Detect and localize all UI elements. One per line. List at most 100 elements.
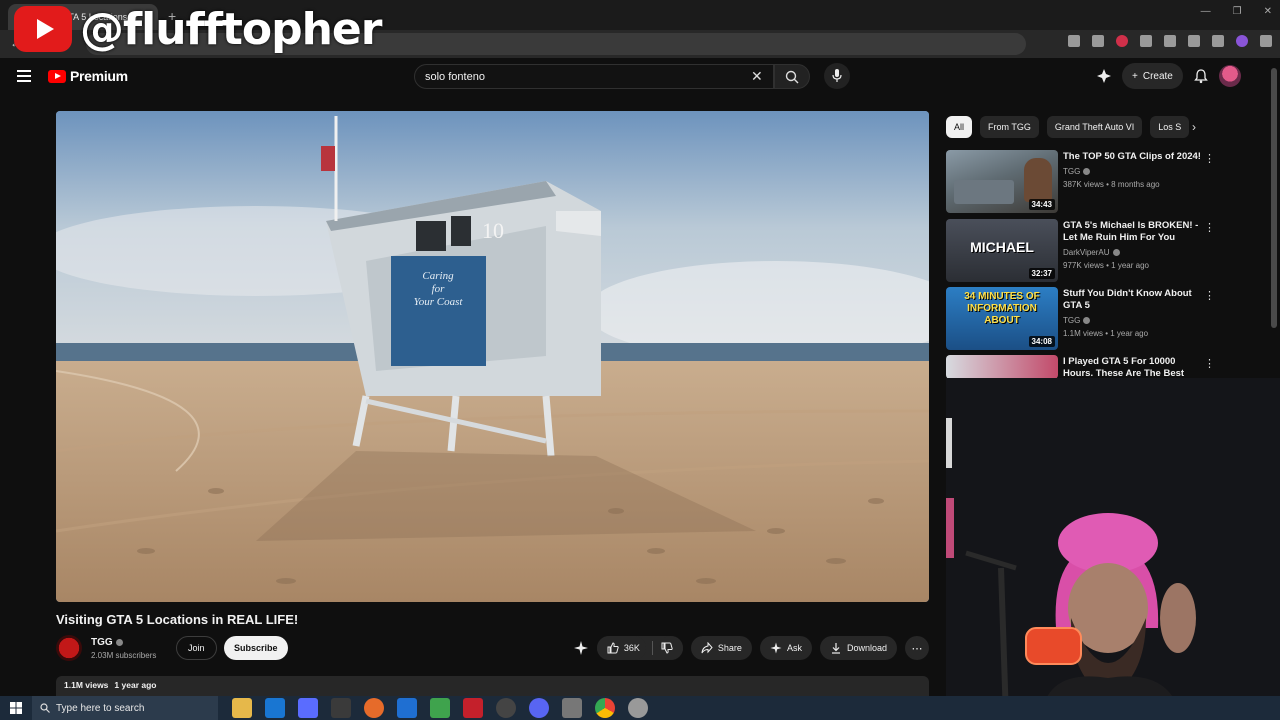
verified-icon bbox=[115, 638, 123, 646]
plus-icon: + bbox=[1132, 70, 1138, 82]
sparkle-icon bbox=[770, 642, 782, 654]
extension-icons bbox=[1068, 35, 1272, 47]
page-scrollbar[interactable] bbox=[1271, 68, 1277, 328]
share-icon bbox=[701, 642, 713, 654]
app-icon[interactable] bbox=[628, 698, 648, 718]
channel-name: DarkViperAU bbox=[1063, 248, 1120, 257]
youtube-logo[interactable]: Premium bbox=[48, 68, 128, 84]
video-title: GTA 5's Michael Is BROKEN! - Let Me Ruin… bbox=[1063, 220, 1199, 243]
search-input[interactable]: solo fonteno bbox=[414, 64, 774, 89]
channel-name: TGG bbox=[1063, 316, 1091, 325]
chip-from-tgg[interactable]: From TGG bbox=[980, 116, 1039, 138]
gemini-icon[interactable] bbox=[1096, 68, 1112, 84]
list-item[interactable]: MICHAEL 32:37 GTA 5's Michael Is BROKEN!… bbox=[946, 219, 1218, 283]
list-item[interactable]: 34:43 The TOP 50 GTA Clips of 2024! TGG … bbox=[946, 150, 1218, 214]
list-item[interactable]: I Played GTA 5 For 10000 Hours. These Ar… bbox=[946, 355, 1218, 379]
chrome-icon[interactable] bbox=[595, 698, 615, 718]
account-avatar[interactable] bbox=[1218, 65, 1241, 87]
download-label: Download bbox=[846, 643, 887, 653]
dislike-button[interactable] bbox=[658, 636, 683, 660]
taskbar-search-placeholder: Type here to search bbox=[56, 702, 145, 714]
video-thumbnail[interactable]: 34:43 bbox=[946, 150, 1058, 213]
tower-number: 10 bbox=[482, 218, 504, 243]
webcam-overlay bbox=[946, 378, 1280, 718]
minimize-icon[interactable]: — bbox=[1201, 6, 1211, 17]
ask-label: Ask bbox=[786, 643, 802, 653]
kebab-menu-icon[interactable]: ⋮ bbox=[1204, 357, 1215, 370]
app-icon[interactable] bbox=[562, 698, 582, 718]
kebab-menu-icon[interactable]: ⋮ bbox=[1204, 152, 1215, 165]
search-icon bbox=[785, 70, 799, 83]
video-title: The TOP 50 GTA Clips of 2024! bbox=[1063, 151, 1201, 162]
verified-icon bbox=[1083, 168, 1091, 176]
ask-button[interactable]: Ask bbox=[759, 636, 812, 660]
filter-chips: All From TGG Grand Theft Auto VI Los S bbox=[946, 116, 1208, 138]
start-button[interactable] bbox=[0, 696, 32, 720]
video-thumbnail[interactable]: MICHAEL 32:37 bbox=[946, 219, 1058, 282]
create-button[interactable]: + Create bbox=[1122, 63, 1183, 89]
channel-avatar[interactable] bbox=[56, 635, 82, 661]
hamburger-menu-icon[interactable] bbox=[17, 70, 31, 82]
channel-name[interactable]: TGG bbox=[91, 637, 123, 648]
extension-icon[interactable] bbox=[1116, 35, 1128, 47]
share-button[interactable]: Share bbox=[690, 636, 752, 660]
video-meta: 387K views • 8 months ago bbox=[1063, 180, 1160, 189]
verified-icon bbox=[1083, 317, 1091, 325]
video-title: Visiting GTA 5 Locations in REAL LIFE! bbox=[56, 612, 299, 627]
bell-icon[interactable] bbox=[1193, 68, 1209, 84]
media-icon[interactable] bbox=[1212, 35, 1224, 47]
thumbnail-caption: MICHAEL bbox=[970, 239, 1034, 255]
discord-icon[interactable] bbox=[529, 698, 549, 718]
chip-all[interactable]: All bbox=[946, 116, 973, 138]
taskbar-apps bbox=[232, 698, 648, 718]
chip-gta-vi[interactable]: Grand Theft Auto VI bbox=[1046, 116, 1143, 138]
subscribe-button[interactable]: Subscribe bbox=[224, 636, 288, 660]
store-icon[interactable] bbox=[298, 698, 318, 718]
header-actions: + Create bbox=[1096, 63, 1241, 89]
search-icon bbox=[40, 703, 50, 713]
video-duration: 32:37 bbox=[1028, 268, 1055, 279]
star-icon[interactable] bbox=[1092, 35, 1104, 47]
list-item[interactable]: 34 MINUTES OF INFORMATION ABOUT 34:08 St… bbox=[946, 287, 1218, 351]
clear-search-icon[interactable]: ✕ bbox=[751, 68, 763, 85]
outlook-icon[interactable] bbox=[265, 698, 285, 718]
like-button[interactable]: 36K bbox=[596, 636, 646, 660]
video-thumbnail[interactable]: 34 MINUTES OF INFORMATION ABOUT 34:08 bbox=[946, 287, 1058, 350]
thumbnail-caption: 34 MINUTES OF INFORMATION ABOUT bbox=[964, 291, 1040, 326]
more-actions-button[interactable]: ⋯ bbox=[905, 636, 929, 660]
kebab-menu-icon[interactable] bbox=[1260, 35, 1272, 47]
share-label: Share bbox=[717, 643, 742, 653]
video-title: I Played GTA 5 For 10000 Hours. These Ar… bbox=[1063, 356, 1185, 379]
voice-search-button[interactable] bbox=[824, 63, 850, 89]
profile-icon[interactable] bbox=[1236, 35, 1248, 47]
download-button[interactable]: Download bbox=[819, 636, 897, 660]
chevron-right-icon[interactable]: › bbox=[1192, 120, 1196, 134]
firefox-icon[interactable] bbox=[364, 698, 384, 718]
app-icon[interactable] bbox=[397, 698, 417, 718]
obs-icon[interactable] bbox=[496, 698, 516, 718]
like-dislike-group: 36K bbox=[596, 636, 683, 660]
join-button[interactable]: Join bbox=[176, 636, 217, 660]
cast-icon[interactable] bbox=[1068, 35, 1080, 47]
app-icon[interactable] bbox=[331, 698, 351, 718]
windows-icon bbox=[10, 702, 22, 714]
close-window-icon[interactable]: ✕ bbox=[1264, 6, 1272, 17]
window-controls: — ❐ ✕ bbox=[1201, 6, 1272, 17]
amd-icon[interactable] bbox=[463, 698, 483, 718]
description-box[interactable]: 1.1M views 1 year ago bbox=[56, 676, 929, 696]
video-thumbnail[interactable] bbox=[946, 355, 1058, 379]
kebab-menu-icon[interactable]: ⋮ bbox=[1204, 221, 1215, 234]
video-player[interactable]: 10 Caring for Your Coast bbox=[56, 111, 929, 602]
maximize-icon[interactable]: ❐ bbox=[1233, 6, 1242, 17]
chip-los-santos[interactable]: Los S bbox=[1150, 116, 1190, 138]
puzzle-icon[interactable] bbox=[1164, 35, 1176, 47]
file-explorer-icon[interactable] bbox=[232, 698, 252, 718]
extension-icon[interactable] bbox=[1140, 35, 1152, 47]
minecraft-icon[interactable] bbox=[430, 698, 450, 718]
ai-sparkle-icon[interactable] bbox=[573, 640, 589, 656]
taskbar-search-input[interactable]: Type here to search bbox=[32, 696, 218, 720]
search-button[interactable] bbox=[774, 64, 810, 89]
channel-row: TGG 2.03M subscribers Join Subscribe 36K… bbox=[56, 634, 929, 664]
sidebar-icon[interactable] bbox=[1188, 35, 1200, 47]
kebab-menu-icon[interactable]: ⋮ bbox=[1204, 289, 1215, 302]
